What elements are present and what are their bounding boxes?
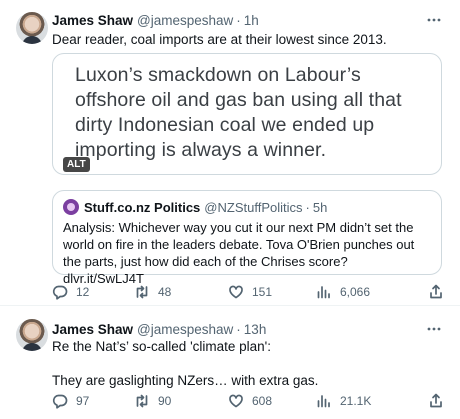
quoted-timestamp: 5h (312, 199, 328, 215)
more-options-button[interactable] (424, 10, 444, 30)
reply-button[interactable]: 97 (52, 393, 89, 409)
share-button[interactable] (428, 284, 444, 300)
views-button[interactable]: 6,066 (316, 284, 370, 300)
image-text: Luxon’s smackdown on Labour’s offshore o… (75, 64, 402, 161)
avatar[interactable] (16, 319, 48, 351)
more-horizontal-icon (427, 18, 441, 22)
author-name[interactable]: James Shaw (52, 13, 133, 28)
more-options-button[interactable] (424, 319, 444, 339)
like-count: 608 (252, 394, 273, 408)
views-count: 6,066 (340, 285, 371, 299)
quoted-author-handle: @NZStuffPolitics (204, 199, 303, 215)
retweet-count: 90 (158, 394, 172, 408)
tweet-image[interactable]: Luxon’s smackdown on Labour’s offshore o… (52, 53, 442, 175)
quoted-tweet-text: Analysis: Whichever way you cut it our n… (63, 220, 415, 286)
tweet[interactable]: James Shaw @jamespeshaw · 1h Dear reader… (0, 0, 460, 305)
reply-count: 97 (76, 394, 90, 408)
tweet-header: James Shaw @jamespeshaw · 13h (52, 319, 266, 339)
analytics-icon (317, 286, 330, 299)
reply-icon (52, 285, 68, 300)
tweet-timestamp[interactable]: 1h (244, 13, 259, 28)
retweet-button[interactable]: 48 (134, 284, 171, 300)
share-button[interactable] (428, 393, 444, 409)
heart-icon (229, 394, 243, 408)
separator-dot: · (305, 199, 310, 215)
alt-text-badge[interactable]: ALT (63, 157, 90, 172)
author-handle[interactable]: @jamespeshaw (137, 322, 233, 337)
quoted-avatar (63, 199, 79, 215)
views-count: 21.1K (340, 394, 372, 408)
author-handle[interactable]: @jamespeshaw (137, 13, 233, 28)
retweet-icon (136, 285, 148, 299)
quoted-tweet-header: Stuff.co.nz Politics @NZStuffPolitics · … (63, 198, 327, 216)
like-button[interactable]: 608 (228, 393, 272, 409)
separator-dot: · (236, 12, 241, 28)
reply-icon (52, 394, 68, 409)
reply-button[interactable]: 12 (52, 284, 89, 300)
like-count: 151 (252, 285, 273, 299)
author-name[interactable]: James Shaw (52, 322, 133, 337)
more-horizontal-icon (427, 327, 441, 331)
retweet-icon (136, 394, 148, 408)
tweet-text: Dear reader, coal imports are at their l… (52, 32, 387, 47)
action-bar: 12 48 151 6,066 (52, 282, 444, 302)
separator-dot: · (236, 321, 241, 337)
retweet-button[interactable]: 90 (134, 393, 171, 409)
tweet-text: Re the Nat’s’ so-called 'climate plan': … (52, 338, 444, 389)
tweet-text-line: Re the Nat’s’ so-called 'climate plan': (52, 339, 272, 354)
views-button[interactable]: 21.1K (316, 393, 371, 409)
tweet[interactable]: James Shaw @jamespeshaw · 13h Re the Nat… (0, 305, 460, 419)
action-bar: 97 90 608 21.1K (52, 391, 444, 411)
analytics-icon (317, 395, 330, 408)
share-icon (430, 393, 442, 408)
like-button[interactable]: 151 (228, 284, 272, 300)
avatar[interactable] (16, 12, 48, 44)
retweet-count: 48 (158, 285, 172, 299)
quoted-tweet[interactable]: Stuff.co.nz Politics @NZStuffPolitics · … (52, 190, 442, 286)
share-icon (430, 284, 442, 299)
tweet-timestamp[interactable]: 13h (244, 322, 267, 337)
reply-count: 12 (76, 285, 90, 299)
quoted-author-name: Stuff.co.nz Politics (84, 199, 201, 215)
tweet-header: James Shaw @jamespeshaw · 1h (52, 10, 259, 30)
heart-icon (229, 285, 243, 299)
tweet-text-line: They are gaslighting NZers… with extra g… (52, 373, 319, 388)
